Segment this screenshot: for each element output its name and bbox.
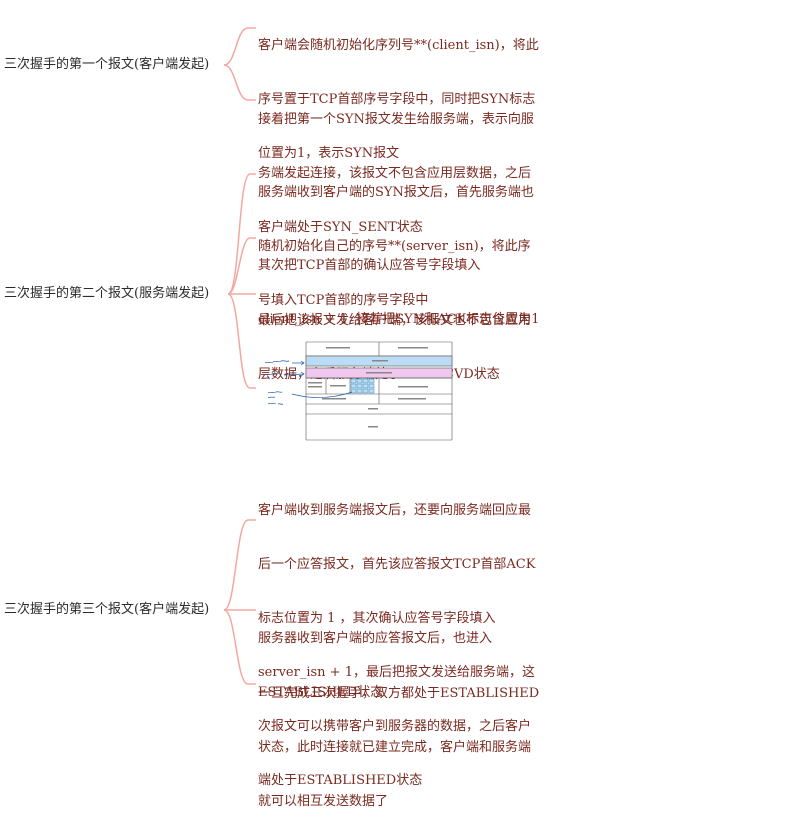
connector-1b <box>223 64 256 101</box>
topic-first-handshake: 三次握手的第一个报文(客户端发起) <box>4 57 210 72</box>
tcp-header-diagram <box>263 341 453 441</box>
connector-2a <box>227 173 256 295</box>
connector-3a <box>223 519 256 611</box>
connector-2d <box>227 293 256 389</box>
topic-second-handshake: 三次握手的第二个报文(服务端发起) <box>4 286 210 301</box>
note-3c: 一旦完成三次握手，双方都处于ESTABLISHED 状态，此时连接就已建立完成，… <box>258 686 540 809</box>
connector-1a <box>223 27 256 66</box>
connector-3c <box>223 609 256 685</box>
topic-third-handshake: 三次握手的第三个报文(客户端发起) <box>4 602 210 617</box>
